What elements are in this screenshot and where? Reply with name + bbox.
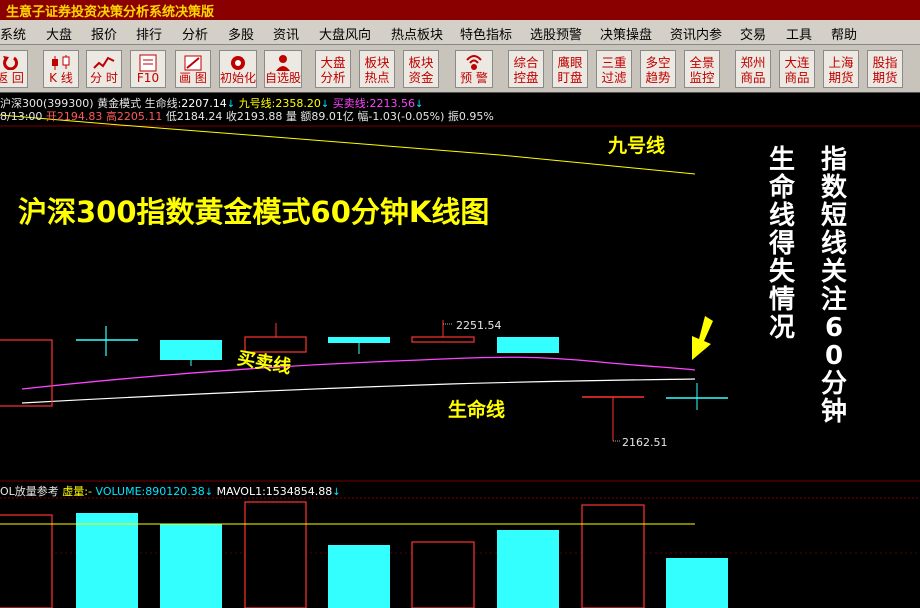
maimai-line xyxy=(21,356,696,390)
volume-bar xyxy=(581,504,645,608)
volume-bar xyxy=(76,513,138,608)
shengming-line xyxy=(21,378,696,404)
candle-3 xyxy=(160,340,222,360)
candle-7 xyxy=(497,337,559,353)
pointer-arrow-icon xyxy=(692,316,713,360)
volume-bar xyxy=(411,541,475,608)
side-annotation-shengming: 生命线得失情况 xyxy=(768,145,795,343)
volume-bar xyxy=(244,501,307,608)
arrow-down-icon: ↓ xyxy=(332,487,341,498)
volume-bar xyxy=(666,558,728,608)
volume-bar xyxy=(497,530,559,608)
candle-5 xyxy=(328,337,390,343)
shengming-annotation: 生命线 xyxy=(448,399,506,421)
side-annotation-shortline: 指数短线关注60分钟 xyxy=(820,145,847,427)
volume-bar xyxy=(160,524,222,608)
chart-annotation-title: 沪深300指数黄金模式60分钟K线图 xyxy=(18,195,490,229)
candle-1 xyxy=(0,339,53,407)
volume-bar xyxy=(0,514,53,608)
candle-6 xyxy=(411,336,475,343)
arrow-down-icon: ↓ xyxy=(204,487,214,498)
price-high-label: 2251.54 xyxy=(456,319,502,332)
price-low-label: 2162.51 xyxy=(622,436,668,449)
volume-bar xyxy=(328,545,390,608)
ohlc-info-line: 8/13:00 开2194.83 高2205.11 低2184.24 收2193… xyxy=(0,110,494,123)
jiuhao-annotation: 九号线 xyxy=(608,135,666,157)
volume-info-line: OL放量参考 虚量:- VOLUME:890120.38↓ MAVOL1:153… xyxy=(0,485,341,498)
